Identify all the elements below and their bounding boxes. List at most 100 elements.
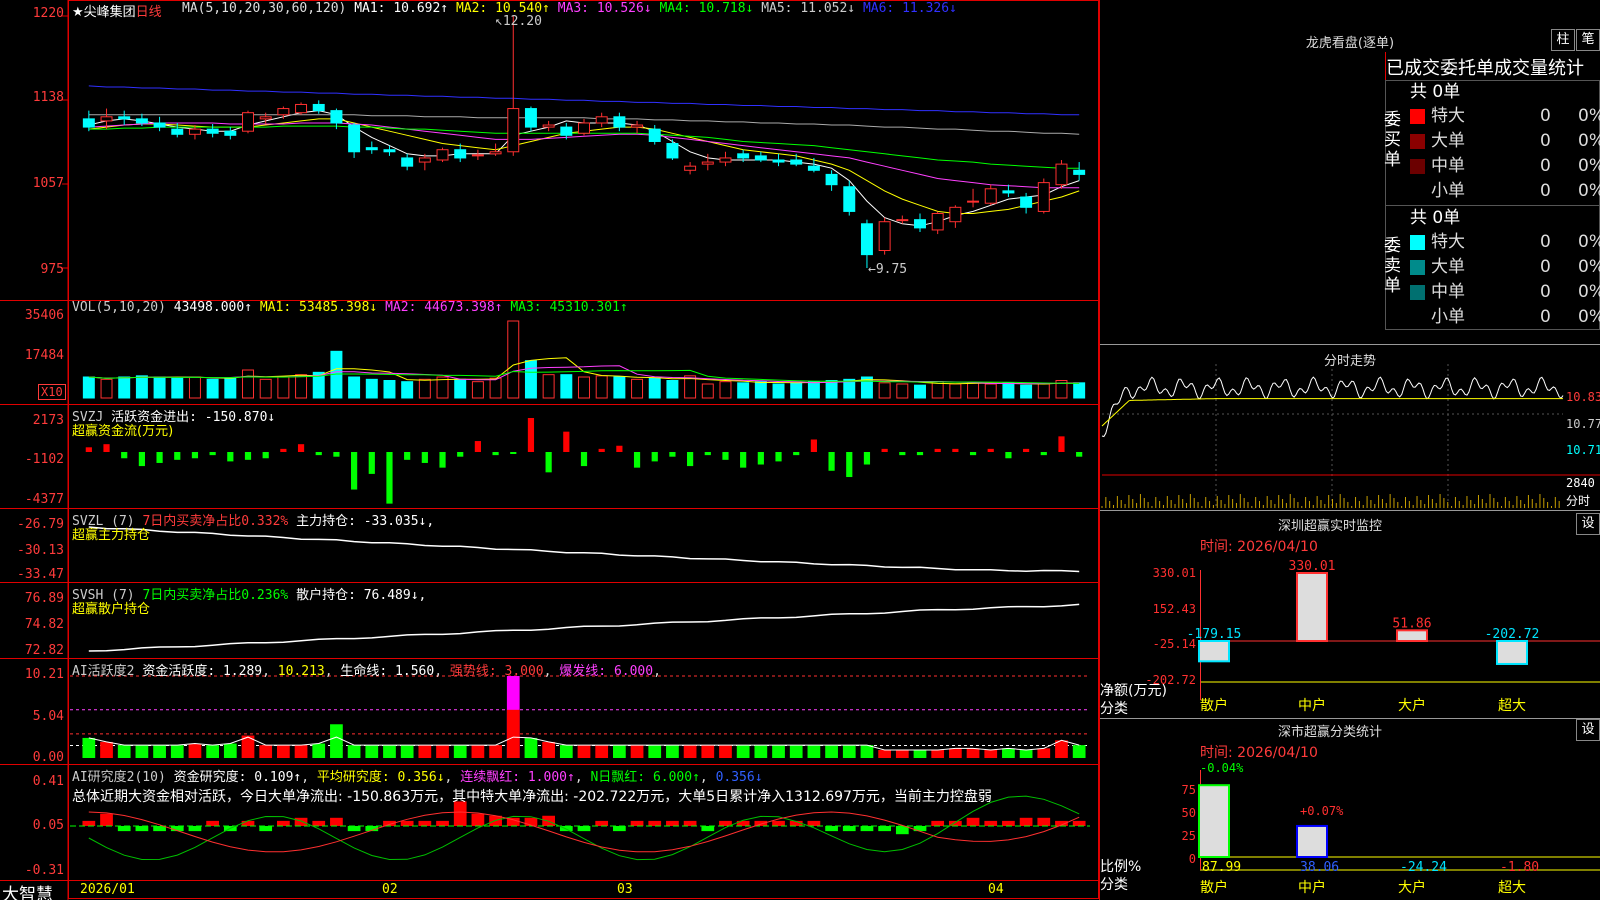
vol-legend: VOL(5,10,20) 43498.000↑ MA1: 53485.398↓ … [72,300,628,315]
ai-bar [82,737,96,758]
ai-bar [913,749,927,758]
volume-bar [825,380,838,399]
svsh-tick: 76.89 [24,591,64,606]
candle-body [949,206,962,223]
stock-title[interactable]: ★尖峰集团日线 [72,1,162,20]
row-pct: 0% [1578,131,1600,151]
ai-bar [153,745,166,758]
monitor-category: 超大 [1498,698,1526,714]
svsh-subtitle: 超赢散户持仓 [72,602,151,617]
candle-body [135,118,148,124]
date-tick: 02 [382,882,398,897]
classify-settings-button[interactable]: 设 [1576,719,1600,741]
svzj-bar [969,452,977,456]
candle-body [418,157,431,163]
row-name: 特大 [1431,232,1465,252]
ai-bar [577,745,591,758]
svzj-bar [952,448,959,452]
ai-bar-base [506,709,520,758]
research-legend: AI研究度2(10) 资金研究度: 0.109↑, 平均研究度: 0.356↓,… [72,770,763,785]
volume-bar [595,375,608,399]
ai-bar [666,745,679,758]
star-icon[interactable]: ★ [72,5,84,20]
research-bar [683,820,697,826]
candle-body [1037,182,1050,212]
ai-bar [489,745,502,758]
candle-body [100,116,113,122]
research-tick: 0.05 [32,818,64,833]
svzj-bar [580,452,588,467]
volume-bar [171,377,184,399]
candle-body [542,124,555,128]
price-tick: 1057 [32,176,64,191]
candle-body [595,116,608,124]
candle-body [772,159,785,163]
volume-bar [401,381,414,399]
monitor-value: 330.01 [1289,559,1336,574]
ai-bar [1037,748,1051,758]
svzj-bar [227,452,234,462]
candle-body [754,155,767,161]
tick-mode-button[interactable]: 笔 [1576,29,1600,51]
svsh-tick: 74.82 [24,617,64,632]
svzj-bar [704,452,711,456]
vol-tick: 35406 [24,308,64,323]
fenshi-title: 分时走势 [1323,354,1376,369]
svzj-bar [85,447,92,452]
volume-bar [754,381,767,399]
price-tick: 1138 [32,90,64,105]
research-bar [241,820,255,826]
monitor-settings-button[interactable]: 设 [1576,513,1600,535]
svzj-bar [563,431,570,452]
monitor-bar [1296,572,1328,642]
research-red-curve [88,811,1080,853]
volume-bar [365,378,378,399]
ma5-value: MA5: 11.052↓ [761,1,856,16]
ai-bar [842,745,856,758]
ai-bar [966,748,980,758]
research-bar [206,820,219,826]
row-count: 0 [1540,131,1551,151]
svzj-bar [810,439,817,452]
buy-row: 大单 0 0% [1410,129,1600,153]
research-summary: 总体近期大资金相对活跃，今日大单净流出: -150.863万元，其中特大单净流出… [72,789,992,805]
vol-unit-label[interactable]: X10 [38,384,66,400]
row-count: 0 [1540,181,1551,201]
svsh-line [88,603,1080,652]
fenshi-tick: 10.71 [1566,443,1600,457]
research-bar [984,820,998,826]
volume-bar [135,375,148,399]
volume-bar [454,378,467,399]
research-bar [117,826,131,832]
candle-body [524,108,537,128]
candle-body [860,223,873,256]
svzl-tick: -30.13 [17,543,64,558]
row-count: 0 [1540,232,1551,252]
research-bar [966,817,980,826]
period-label[interactable]: 日线 [136,5,162,20]
candle-body [1020,196,1033,208]
svzj-bar [1058,436,1065,452]
svzj-bar [934,448,941,452]
ai-bar [259,745,273,758]
research-bar [347,826,361,832]
row-name: 小单 [1431,181,1465,201]
volume-bar [224,377,237,399]
sell-total: 共 0单 [1410,208,1461,228]
candle-body [684,165,697,171]
ai-bar [277,745,290,758]
research-bar [630,820,644,826]
ai-bar [648,745,662,758]
monitor-title: 深圳超赢实时监控 [1277,519,1382,534]
research-bar [294,817,308,826]
ai-bar [895,749,909,758]
volume-bar [489,377,502,399]
fenshi-avg-line [1101,398,1563,427]
bar-mode-button[interactable]: 柱 [1551,29,1575,51]
classify-category: 中户 [1298,879,1326,896]
row-pct: 0% [1578,307,1600,327]
ma1-value: MA1: 10.692↑ [354,1,449,16]
candle-body [277,108,290,116]
ai-bar [117,745,131,758]
volume-bar [914,384,926,399]
